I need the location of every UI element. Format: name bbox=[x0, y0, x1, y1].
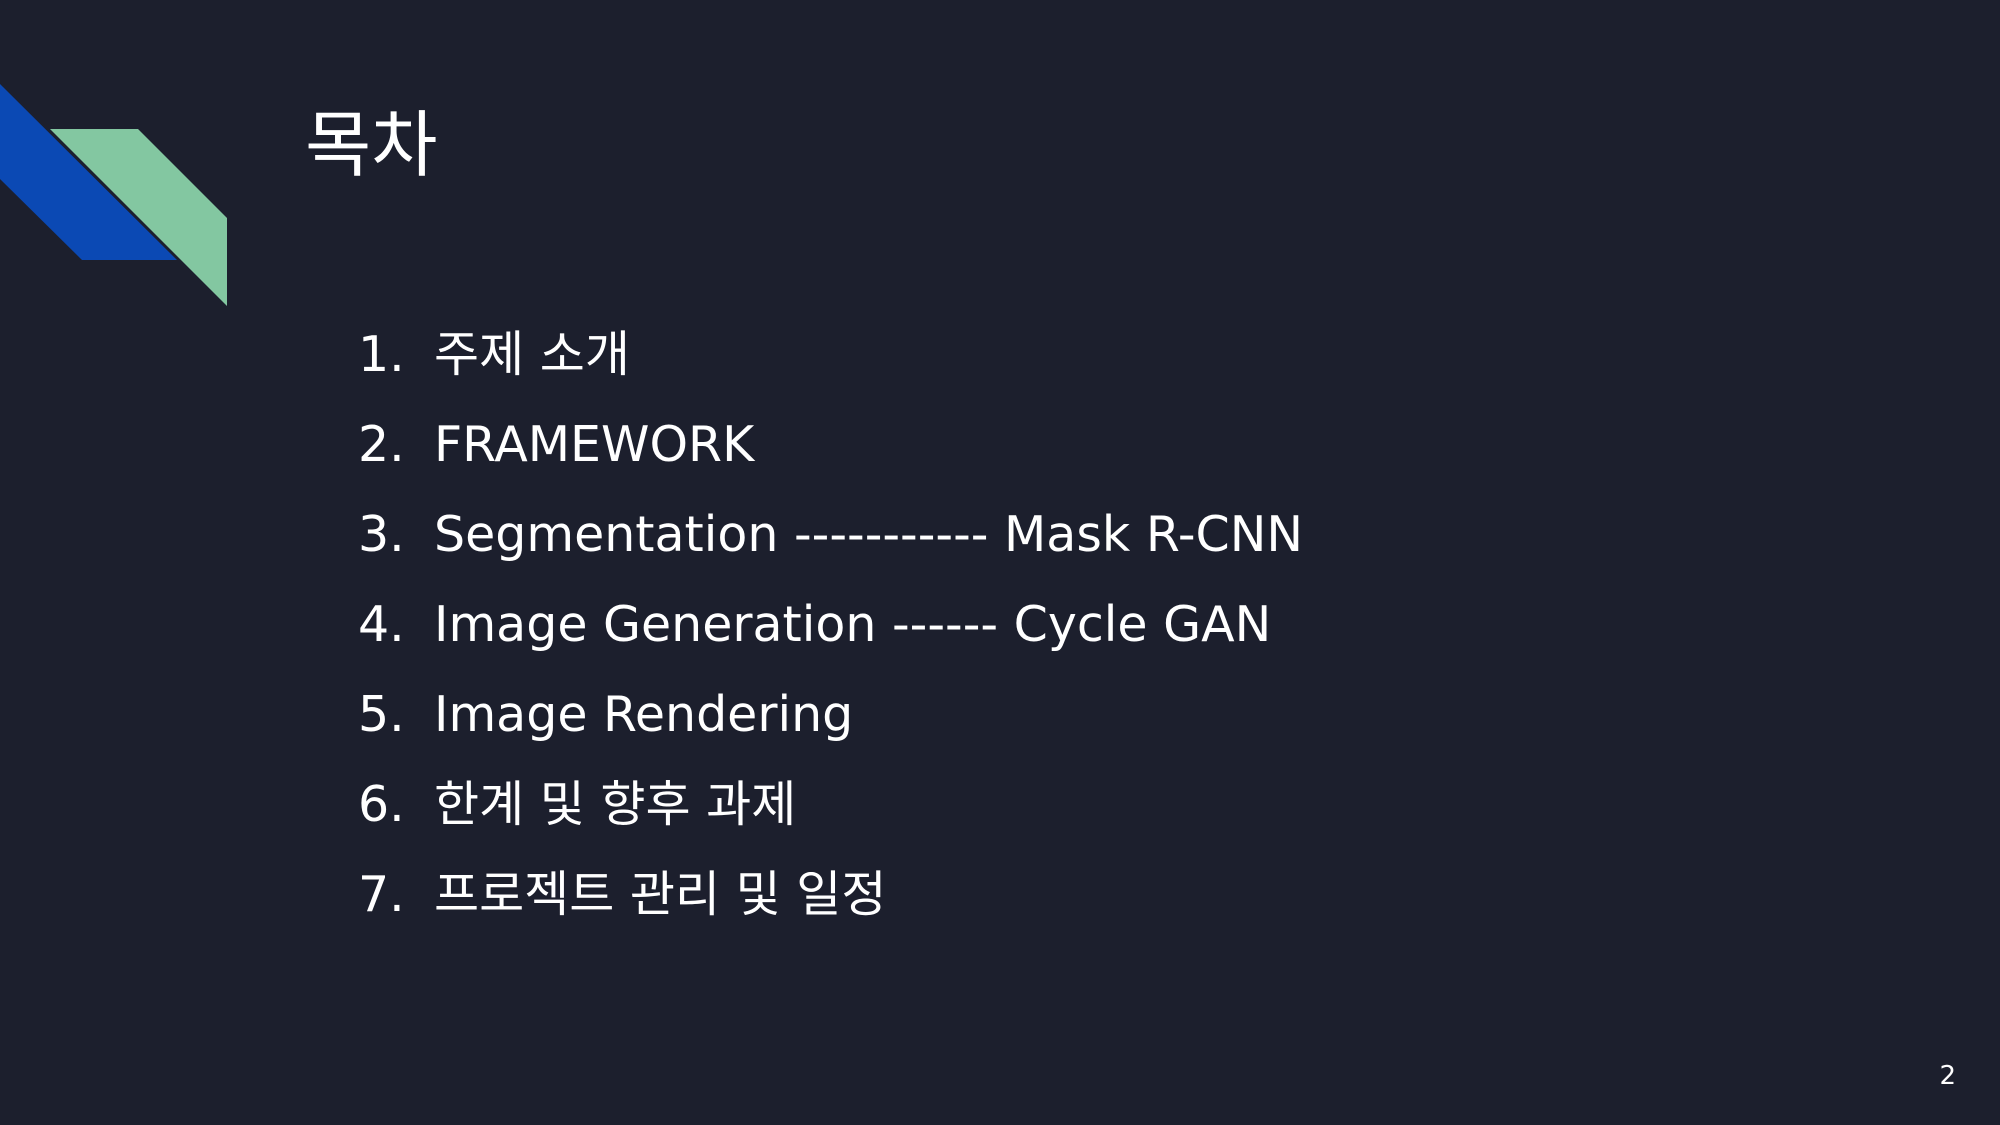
diagonal-stripes-decoration-icon bbox=[0, 84, 227, 306]
toc-item-text: Segmentation ----------- Mask R-CNN bbox=[434, 506, 1304, 563]
toc-item-4: 4. Image Generation ------ Cycle GAN bbox=[358, 580, 1303, 670]
toc-item-number: 3. bbox=[358, 506, 405, 563]
toc-item-text: 주제 소개 bbox=[434, 326, 630, 383]
toc-item-number: 5. bbox=[358, 686, 405, 743]
toc-item-2: 2. FRAMEWORK bbox=[358, 400, 1303, 490]
toc-item-3: 3. Segmentation ----------- Mask R-CNN bbox=[358, 490, 1303, 580]
toc-item-5: 5. Image Rendering bbox=[358, 670, 1303, 760]
toc-item-text: 프로젝트 관리 및 일정 bbox=[434, 866, 887, 923]
toc-item-number: 7. bbox=[358, 866, 405, 923]
toc-item-text: Image Generation ------ Cycle GAN bbox=[434, 596, 1272, 653]
toc-item-text: Image Rendering bbox=[434, 686, 854, 743]
toc-item-text: FRAMEWORK bbox=[434, 416, 755, 473]
toc-item-7: 7. 프로젝트 관리 및 일정 bbox=[358, 850, 1303, 940]
toc-item-number: 6. bbox=[358, 776, 405, 833]
presentation-slide: 목차 1. 주제 소개 2. FRAMEWORK 3. Segmentation --… bbox=[0, 0, 2000, 1125]
toc-item-number: 2. bbox=[358, 416, 405, 473]
toc-item-number: 4. bbox=[358, 596, 405, 653]
page-number: 2 bbox=[1939, 1061, 1956, 1091]
page-title: 목차 bbox=[305, 103, 438, 187]
toc-item-1: 1. 주제 소개 bbox=[358, 310, 1303, 400]
toc-item-number: 1. bbox=[358, 326, 405, 383]
toc-item-text: 한계 및 향후 과제 bbox=[434, 776, 797, 833]
toc-item-6: 6. 한계 및 향후 과제 bbox=[358, 760, 1303, 850]
table-of-contents-list: 1. 주제 소개 2. FRAMEWORK 3. Segmentation -----… bbox=[358, 310, 1303, 940]
